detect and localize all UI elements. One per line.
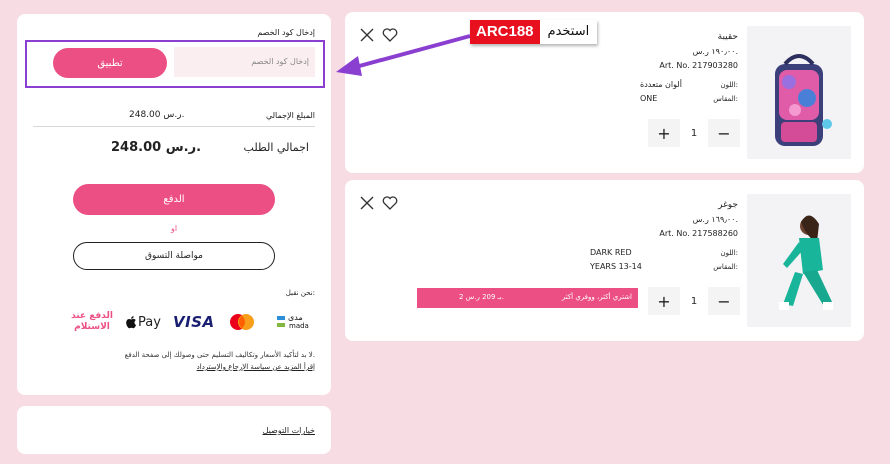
continue-shopping-label: مواصلة التسوق xyxy=(145,251,203,261)
pay-button[interactable]: الدفع xyxy=(73,184,275,215)
total-value: 248.00 ر.س. xyxy=(111,140,202,155)
apple-pay-logo: Pay xyxy=(125,314,161,330)
promo-value: 2 بـ 209 ر.س. xyxy=(459,293,504,301)
product-2-quantity: 1 xyxy=(690,295,698,307)
product-1-size-value: ONE xyxy=(640,94,658,103)
product-2-quantity-stepper: + 1 − xyxy=(648,287,740,315)
product-1-price: ١٩٠٫٠٠ ر.س. xyxy=(692,47,738,56)
product-1-quantity: 1 xyxy=(690,127,698,139)
product-1-color-label: اللون: xyxy=(720,81,738,89)
applepay-text: Pay xyxy=(138,314,161,330)
product-card-2: جوغر ١٦٩٫٠٠ ر.س. Art. No. 217588260 اللو… xyxy=(345,180,864,341)
coupon-title: إدخال كود الخصم xyxy=(257,28,315,37)
product-1-name: حقيبة xyxy=(717,32,738,42)
apply-coupon-button[interactable]: تطبيق xyxy=(53,48,167,78)
accept-label: نحن نقبل: xyxy=(285,289,315,297)
cod-logo: الدفع عند الاستلام xyxy=(69,311,115,333)
product-2-color-value: DARK RED xyxy=(590,248,632,257)
product-2-name: جوغر xyxy=(718,200,738,210)
product-1-quantity-stepper: + 1 − xyxy=(648,119,740,147)
promo-banner[interactable]: اشتري أكثر، ووفري أكثر 2 بـ 209 ر.س. xyxy=(417,288,638,308)
mada-logo: مدى mada xyxy=(277,313,317,331)
close-icon[interactable] xyxy=(360,196,374,210)
product-2-size-value: YEARS 13-14 xyxy=(590,262,642,271)
product-image-backpack[interactable] xyxy=(747,26,851,159)
promo-text: اشتري أكثر، ووفري أكثر xyxy=(561,293,632,301)
annotation-tag: ARC188 استخدم xyxy=(470,20,598,44)
subtotal-value: 248.00 ر.س. xyxy=(129,110,185,120)
pricing-note: لا بد لتأكيد الأسعار وتكاليف التسليم حتى… xyxy=(124,351,315,359)
delivery-options-link[interactable]: خيارات التوصيل xyxy=(263,426,315,435)
delivery-options-card: خيارات التوصيل xyxy=(17,406,331,454)
coupon-placeholder: إدخال كود الخصم xyxy=(251,57,309,66)
product-image-jogger[interactable] xyxy=(747,194,851,327)
product-2-increase-button[interactable]: + xyxy=(648,287,680,315)
product-2-art-no: Art. No. 217588260 xyxy=(659,229,738,238)
visa-text: VISA xyxy=(173,313,215,331)
coupon-code-badge: ARC188 xyxy=(470,20,540,44)
annotation-arrow-icon xyxy=(336,34,471,76)
continue-shopping-button[interactable]: مواصلة التسوق xyxy=(73,242,275,270)
apple-icon xyxy=(126,316,136,329)
or-label: او xyxy=(171,224,178,233)
product-1-art-no: Art. No. 217903280 xyxy=(659,61,738,70)
mada-top-text: مدى xyxy=(288,313,303,322)
product-1-size-label: المقاس: xyxy=(713,95,738,103)
visa-logo: VISA xyxy=(173,313,215,331)
jogger-illustration xyxy=(747,194,851,327)
heart-icon[interactable] xyxy=(382,196,398,210)
product-2-color-label: اللون: xyxy=(720,249,738,257)
return-policy-link[interactable]: إقرأ المزيد عن سياسة الإرجاع والإسترداد xyxy=(197,363,315,371)
order-summary-card: إدخال كود الخصم إدخال كود الخصم تطبيق ال… xyxy=(17,14,331,395)
subtotal-label: المبلغ الإجمالي xyxy=(265,111,315,120)
product-1-color-value: ألوان متعددة xyxy=(640,80,682,89)
divider xyxy=(33,126,315,127)
product-2-size-label: المقاس: xyxy=(713,263,738,271)
cod-label: الدفع عند الاستلام xyxy=(71,311,113,332)
total-label: اجمالي الطلب xyxy=(243,141,309,154)
mastercard-logo xyxy=(228,313,256,331)
product-1-increase-button[interactable]: + xyxy=(648,119,680,147)
backpack-illustration xyxy=(747,26,851,159)
use-label: استخدم xyxy=(539,20,598,44)
product-1-decrease-button[interactable]: − xyxy=(708,119,740,147)
product-2-decrease-button[interactable]: − xyxy=(708,287,740,315)
coupon-input[interactable]: إدخال كود الخصم xyxy=(174,47,315,77)
product-2-price: ١٦٩٫٠٠ ر.س. xyxy=(692,215,738,224)
mada-bottom-text: mada xyxy=(289,322,309,330)
